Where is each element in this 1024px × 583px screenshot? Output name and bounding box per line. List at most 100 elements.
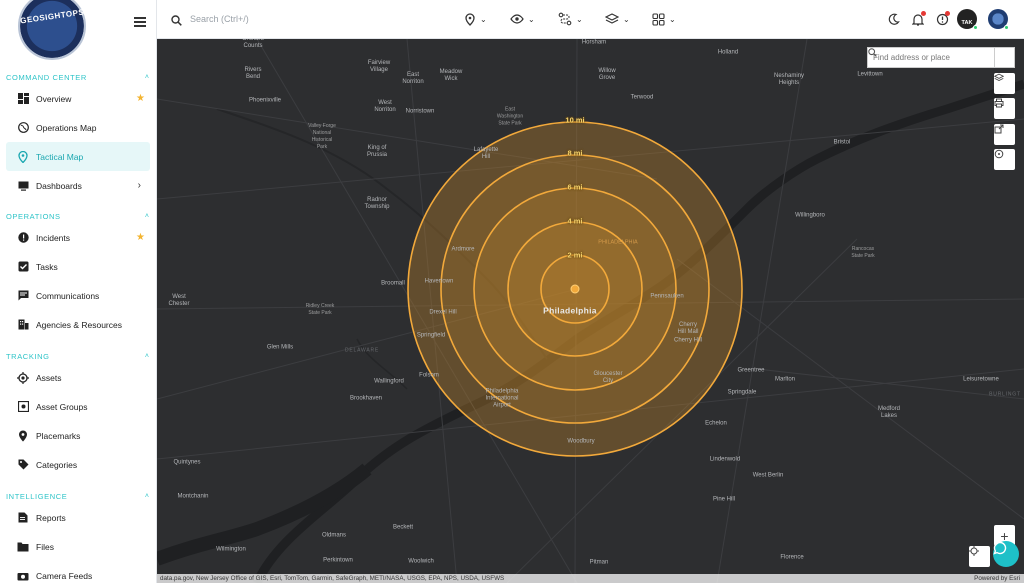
locate-button[interactable] [969,546,990,567]
star-icon[interactable]: ★ [136,232,145,243]
map-place-label: West Berlin [752,472,784,479]
monitor-icon [17,180,29,192]
group-icon [17,401,29,413]
sidebar-item-categories[interactable]: Categories [0,450,156,479]
folder-icon [17,541,29,553]
map-place-label: Ardmore [451,246,475,253]
location-tool-button[interactable]: ⌄ [464,11,487,27]
map-place-label: Florence [780,554,804,561]
visibility-tool-button[interactable]: ⌄ [510,11,535,27]
tak-badge[interactable]: TAK [956,8,978,30]
location-tool-icon [465,12,475,26]
menu-toggle-icon[interactable] [134,17,146,27]
chevron-up-icon: ˄ [144,352,149,360]
sidebar-item-label: Asset Groups [36,401,88,412]
map-place-label: Pennsauken [650,293,684,300]
map-place-label: Springdale [727,389,757,396]
nav-section-intelligence: INTELLIGENCE ˄ Reports Files Camera Feeds [0,489,156,583]
map-place-label: Folsom [419,372,439,379]
user-avatar[interactable] [987,8,1009,30]
nav-section-title: COMMAND CENTER [6,72,87,82]
address-search-button[interactable] [868,48,1014,67]
map-place-label: Orchard Counts [242,39,264,49]
map-place-label: Broomall [381,280,405,287]
sidebar-item-label: Placemarks [36,430,81,441]
nav-section-header[interactable]: TRACKING ˄ [0,349,156,363]
sidebar-item-operations-map[interactable]: Operations Map [0,113,156,142]
chat-icon [17,290,29,302]
map-place-label: Radnor Township [364,197,390,210]
chevron-down-icon: ⌄ [480,14,487,24]
sidebar-item-incidents[interactable]: Incidents ★ [0,223,156,252]
ring-label-10mi: 10 mi [565,115,585,125]
sidebar-item-label: Dashboards [36,180,82,191]
map-place-label: Marlton [774,376,796,383]
ring-label-6mi: 6 mi [567,182,583,192]
sidebar-item-label: Agencies & Resources [36,319,122,330]
ring-label-4mi: 4 mi [567,216,583,226]
chat-support-button[interactable] [993,541,1019,567]
sidebar-item-placemarks[interactable]: Placemarks [0,421,156,450]
map-place-label: Lindenwold [709,456,741,463]
sidebar-item-asset-groups[interactable]: Asset Groups [0,392,156,421]
apps-tool-button[interactable]: ⌄ [652,11,676,27]
map-place-label: Willow Grove [598,68,616,81]
map-place-label: Quintynes [173,459,201,466]
map-place-label: Drexel Hill [429,309,457,316]
ring-label-8mi: 8 mi [567,148,583,158]
app-logo[interactable]: GEOSIGHTOPS [18,0,86,60]
measure-icon [994,149,1004,159]
star-icon[interactable]: ★ [136,93,145,104]
sidebar-item-label: Incidents [36,232,71,243]
sidebar-item-overview[interactable]: Overview ★ [0,84,156,113]
share-button[interactable] [994,124,1015,145]
map-place-label: Terwood [630,94,654,101]
map-place-label: Rivers Bend [244,67,262,80]
nav-section-header[interactable]: INTELLIGENCE ˄ [0,489,156,503]
print-icon [994,98,1004,108]
print-button[interactable] [994,98,1015,119]
address-search-input[interactable] [868,48,994,67]
chevron-up-icon: ˄ [144,492,149,500]
center-marker [570,284,580,294]
chevron-right-icon: › [137,180,141,191]
map-place-label: Montchanin [177,493,209,500]
sidebar-item-camera-feeds[interactable]: Camera Feeds [0,561,156,583]
map-place-label: Bristol [833,139,851,146]
map-place-label: Beckett [392,524,414,531]
powered-by-esri[interactable]: Powered by Esri [974,574,1020,583]
route-tool-button[interactable]: ⌄ [558,11,583,27]
dashboard-icon [17,93,29,105]
tak-label: TAK [961,20,973,26]
global-search-input[interactable] [190,11,350,27]
layers-tool-button[interactable]: ⌄ [605,11,630,27]
map-place-label: BURLINGT [989,391,1021,398]
sidebar-item-tasks[interactable]: Tasks [0,252,156,281]
sidebar-item-label: Categories [36,459,78,470]
sidebar-item-agencies-resources[interactable]: Agencies & Resources [0,310,156,339]
chevron-down-icon: ⌄ [576,14,583,24]
basemap-layers-button[interactable] [994,73,1015,94]
alert-timer-icon[interactable] [933,10,951,28]
notification-bell-icon[interactable] [909,10,927,28]
sidebar-item-files[interactable]: Files [0,532,156,561]
tactical-map[interactable]: Horsham Holland Neshaminy Heights Levittown… [157,39,1024,583]
sidebar-item-reports[interactable]: Reports [0,503,156,532]
nav-section-header[interactable]: COMMAND CENTER ˄ [0,70,156,84]
grid-tool-icon [652,12,665,26]
placemark-icon [17,430,29,442]
measure-button[interactable] [994,149,1015,170]
dark-mode-icon[interactable] [885,10,903,28]
sidebar-item-tactical-map[interactable]: Tactical Map [6,142,150,171]
sidebar-item-label: Tasks [36,261,58,272]
map-place-label: Pine Hill [712,496,736,503]
map-place-label: Neshaminy Heights [773,73,805,86]
sidebar-item-dashboards[interactable]: Dashboards › [0,171,156,200]
sidebar-item-communications[interactable]: Communications [0,281,156,310]
notification-dot [921,11,926,16]
tak-status-dot [973,25,978,30]
map-place-label: Pitman [589,559,609,566]
map-place-label: Medford Lakes [877,406,901,419]
sidebar-item-assets[interactable]: Assets [0,363,156,392]
nav-section-header[interactable]: OPERATIONS ˄ [0,209,156,223]
